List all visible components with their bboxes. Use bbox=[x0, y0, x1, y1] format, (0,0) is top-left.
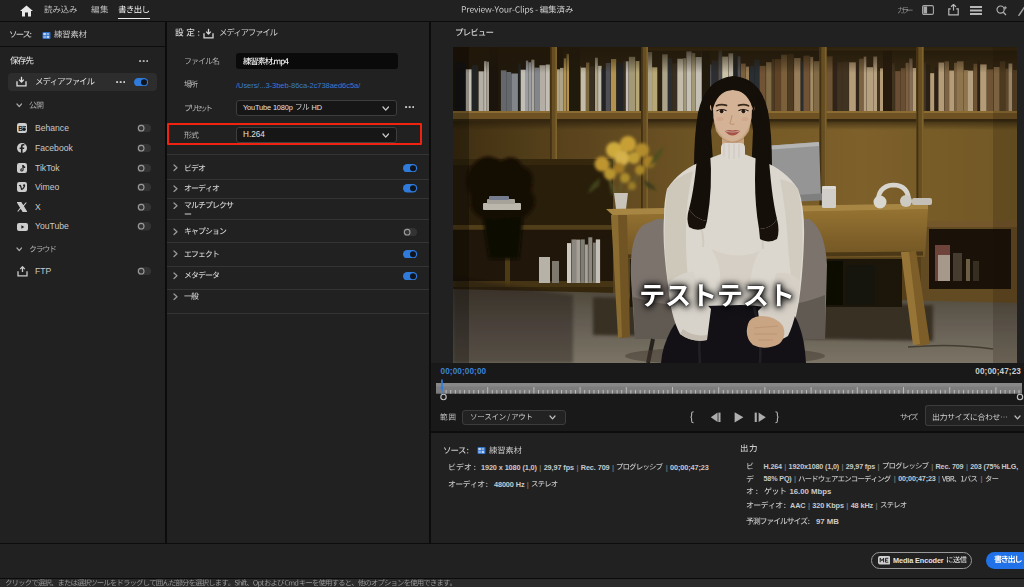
svg-text:B: B bbox=[18, 125, 23, 132]
